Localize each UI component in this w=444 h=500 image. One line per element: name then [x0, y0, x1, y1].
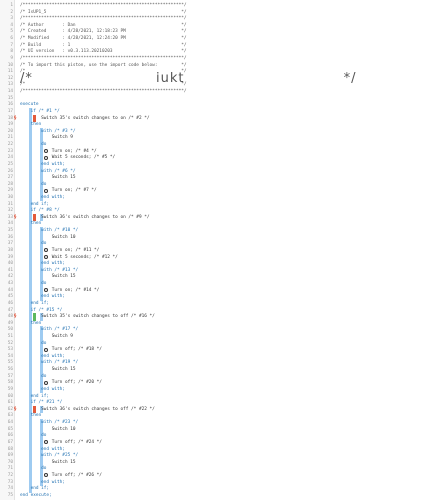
- action-task-icon: [43, 149, 48, 154]
- piston-code-viewer: 1/**************************************…: [0, 0, 444, 500]
- action-task-icon: [43, 188, 48, 193]
- action-task-icon: [43, 380, 48, 385]
- code-line: 75 end execute;: [0, 492, 444, 499]
- condition-marker-icon: §: [14, 406, 17, 412]
- action-task-icon: [43, 254, 48, 259]
- condition-marker-icon: §: [14, 214, 17, 220]
- condition-marker-icon: §: [14, 115, 17, 121]
- action-task-icon: [43, 347, 48, 352]
- action-task-icon: [43, 288, 48, 293]
- action-task-icon: [43, 155, 48, 160]
- code-text: end execute;: [20, 492, 52, 498]
- line-number: 75: [7, 492, 13, 498]
- condition-marker-icon: §: [14, 314, 17, 320]
